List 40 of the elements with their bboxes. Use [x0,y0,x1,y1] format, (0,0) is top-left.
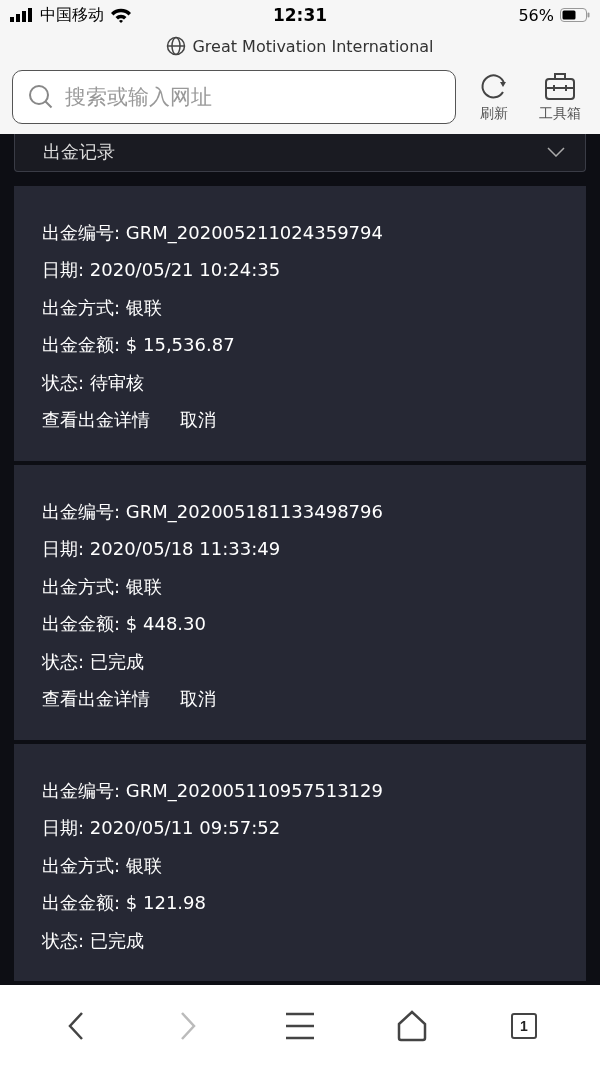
record-field: 日期: 2020/05/18 11:33:49 [42,530,558,568]
refresh-icon [479,71,509,101]
clock-time: 12:31 [272,5,328,25]
search-field[interactable]: 搜索或输入网址 [12,70,456,124]
record-field: 状态: 已完成 [42,921,558,959]
record-field: 出金方式: 银联 [42,846,558,884]
chevron-icon [547,147,565,158]
search-icon [28,84,54,110]
toolbox-button[interactable]: 工具箱 [532,71,588,123]
record-field: 状态: 待审核 [42,363,558,401]
cancel-link[interactable]: 取消 [180,401,216,439]
tabs-button[interactable]: 1 [499,1001,549,1051]
toolbox-icon [544,71,576,101]
record-field: 状态: 已完成 [42,642,558,680]
record-field: 出金方式: 银联 [42,288,558,326]
details-link[interactable]: 查看出金详情 [42,680,150,718]
record-field: 日期: 2020/05/21 10:24:35 [42,251,558,289]
record-type-dropdown[interactable]: 出金记录 [14,134,586,172]
record-field: 出金金额: $ 15,536.87 [42,326,558,364]
record-field: 出金编号: GRM_202005211024359794 [42,213,558,251]
details-link[interactable]: 查看出金详情 [42,401,150,439]
carrier-name: 中国移动 [40,4,104,26]
home-icon [396,1010,428,1042]
refresh-button[interactable]: 刷新 [466,71,522,123]
record-field: 出金金额: $ 448.30 [42,605,558,643]
back-icon [66,1010,86,1042]
record-field: 出金方式: 银联 [42,567,558,605]
site-title: Great Motivation International [192,36,434,56]
signal-icon [10,8,34,22]
battery-icon [560,8,590,22]
forward-icon [178,1010,198,1042]
cancel-link[interactable]: 取消 [180,680,216,718]
record-field: 日期: 2020/05/11 09:57:52 [42,809,558,847]
wifi-icon [110,7,132,23]
globe-icon [166,36,187,56]
record-field: 出金编号: GRM_202005110957513129 [42,771,558,809]
menu-icon [285,1012,315,1040]
record-field: 出金金额: $ 121.98 [42,884,558,922]
record-field: 出金编号: GRM_202005181133498796 [42,492,558,530]
battery-percent: 56% [518,5,554,25]
